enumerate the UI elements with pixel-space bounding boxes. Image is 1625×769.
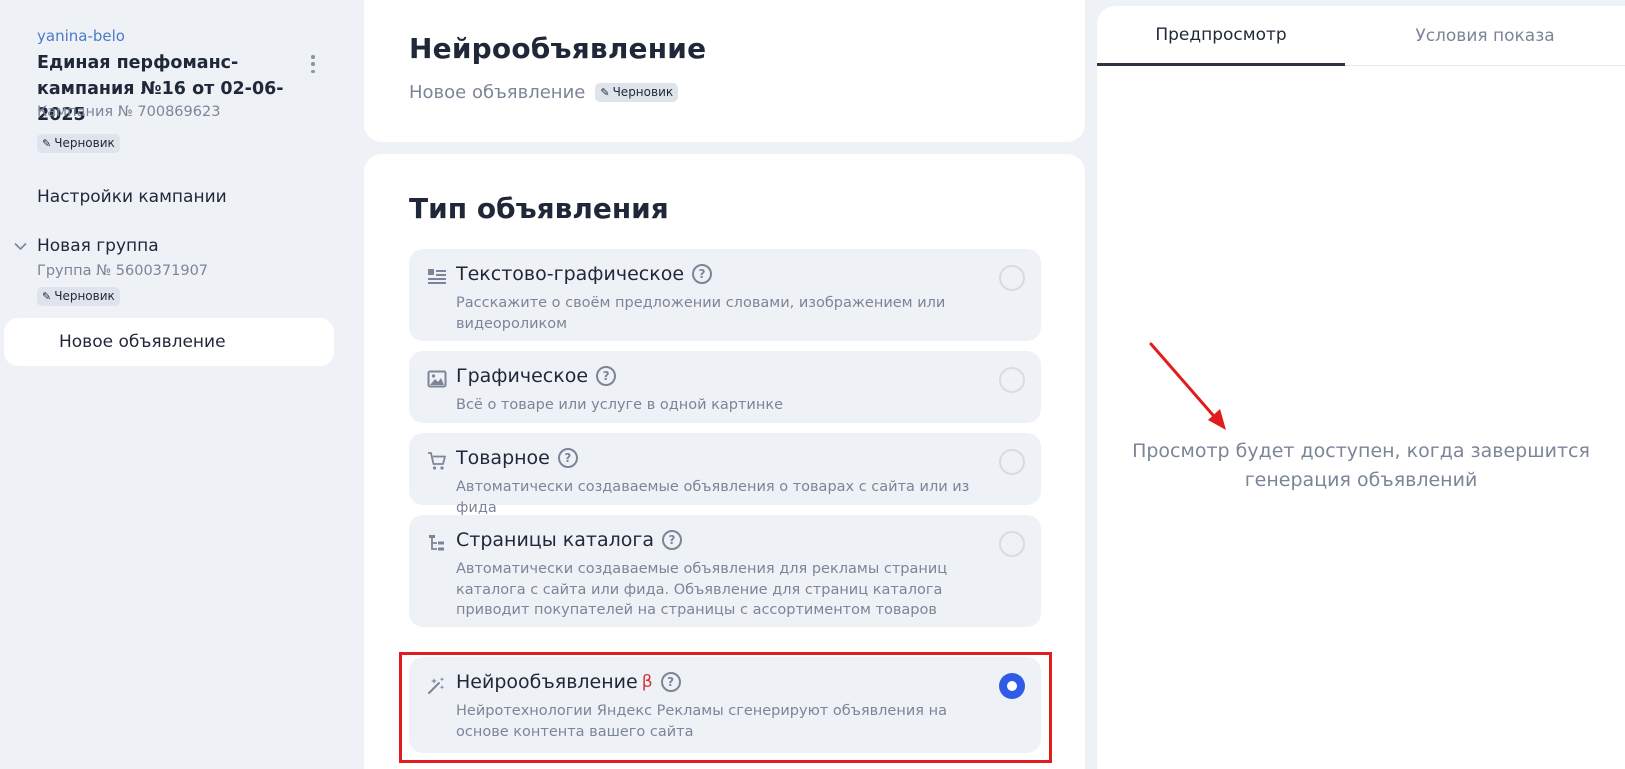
preview-panel: Предпросмотр Условия показа Просмотр буд…	[1097, 6, 1625, 769]
option-description: Автоматически создаваемые объявления о т…	[456, 479, 970, 516]
ad-status-badge: ✎ Черновик	[595, 83, 679, 102]
radio-button[interactable]	[999, 449, 1025, 475]
radio-button[interactable]	[999, 367, 1025, 393]
text-graphic-icon	[427, 267, 447, 287]
preview-placeholder-message: Просмотр будет доступен, когда завершитс…	[1132, 440, 1590, 491]
campaign-settings-link[interactable]: Настройки кампании	[37, 187, 227, 207]
pencil-icon: ✎	[42, 137, 52, 150]
option-description: Автоматически создаваемые объявления для…	[456, 561, 948, 618]
option-title-text: Текстово-графическое	[456, 263, 685, 285]
ad-type-card: Тип объявления Текстово-графическое ? Ра…	[364, 154, 1085, 769]
help-icon[interactable]: ?	[660, 672, 681, 692]
catalog-tree-icon	[427, 533, 447, 553]
option-title-text: Страницы каталога	[456, 529, 655, 551]
help-icon[interactable]: ?	[662, 530, 683, 550]
annotation-arrow	[1149, 342, 1226, 430]
group-status-badge: ✎ Черновик	[37, 287, 120, 306]
option-title: Текстово-графическое ?	[456, 263, 713, 285]
more-vertical-icon[interactable]	[306, 52, 320, 76]
ad-type-option-product[interactable]: Товарное ? Автоматически создаваемые объ…	[409, 433, 1041, 516]
beta-badge: β	[641, 672, 653, 692]
ad-status-label: Черновик	[612, 85, 674, 99]
page-subtitle: Новое объявление ✎ Черновик	[409, 82, 679, 103]
help-icon[interactable]: ?	[557, 448, 578, 468]
option-title: Страницы каталога ?	[456, 529, 683, 551]
campaign-number: Кампания № 700869623	[37, 104, 221, 120]
ad-type-option-neuro-ad[interactable]: Нейрообъявление β ? Нейротехнологии Янде…	[409, 657, 1041, 753]
ad-name: Новое объявление	[409, 82, 586, 103]
sidebar-item-new-ad[interactable]: Новое объявление	[4, 318, 334, 366]
group-number: Группа № 5600371907	[37, 263, 209, 279]
option-description: Нейротехнологии Яндекс Рекламы сгенериру…	[456, 703, 947, 740]
radio-button[interactable]	[999, 531, 1025, 557]
pencil-icon: ✎	[600, 86, 610, 99]
option-description: Расскажите о своём предложении словами, …	[456, 295, 946, 332]
section-title: Тип объявления	[409, 192, 669, 225]
option-title-text: Товарное	[456, 447, 550, 469]
option-title: Товарное ?	[456, 447, 578, 469]
help-icon[interactable]: ?	[596, 366, 617, 386]
cart-icon	[427, 451, 447, 471]
group-title[interactable]: Новая группа	[37, 236, 159, 256]
option-title: Нейрообъявление β ?	[456, 671, 681, 693]
option-title: Графическое ?	[456, 365, 617, 387]
radio-button-selected[interactable]	[999, 673, 1025, 699]
ad-type-option-graphic[interactable]: Графическое ? Всё о товаре или услуге в …	[409, 351, 1041, 423]
campaign-status-badge: ✎ Черновик	[37, 134, 120, 153]
radio-button[interactable]	[999, 265, 1025, 291]
help-icon[interactable]: ?	[692, 264, 713, 284]
chevron-down-icon[interactable]	[14, 240, 27, 255]
page-title: Нейрообъявление	[409, 32, 707, 65]
campaign-status-label: Черновик	[54, 136, 115, 150]
ad-type-option-catalog-pages[interactable]: Страницы каталога ? Автоматически создав…	[409, 515, 1041, 627]
group-status-label: Черновик	[54, 289, 115, 303]
image-icon	[427, 369, 447, 389]
magic-wand-icon	[427, 675, 447, 695]
option-title-text: Графическое	[456, 365, 589, 387]
ad-type-option-text-graphic[interactable]: Текстово-графическое ? Расскажите о своё…	[409, 249, 1041, 341]
option-description: Всё о товаре или услуге в одной картинке	[456, 397, 784, 413]
option-title-text: Нейрообъявление	[456, 671, 638, 693]
ad-header-card: Нейрообъявление Новое объявление ✎ Черно…	[364, 0, 1085, 142]
pencil-icon: ✎	[42, 290, 52, 303]
sidebar: yanina-belo Единая перфоманс-кампания №1…	[0, 0, 340, 769]
account-name[interactable]: yanina-belo	[37, 27, 125, 45]
